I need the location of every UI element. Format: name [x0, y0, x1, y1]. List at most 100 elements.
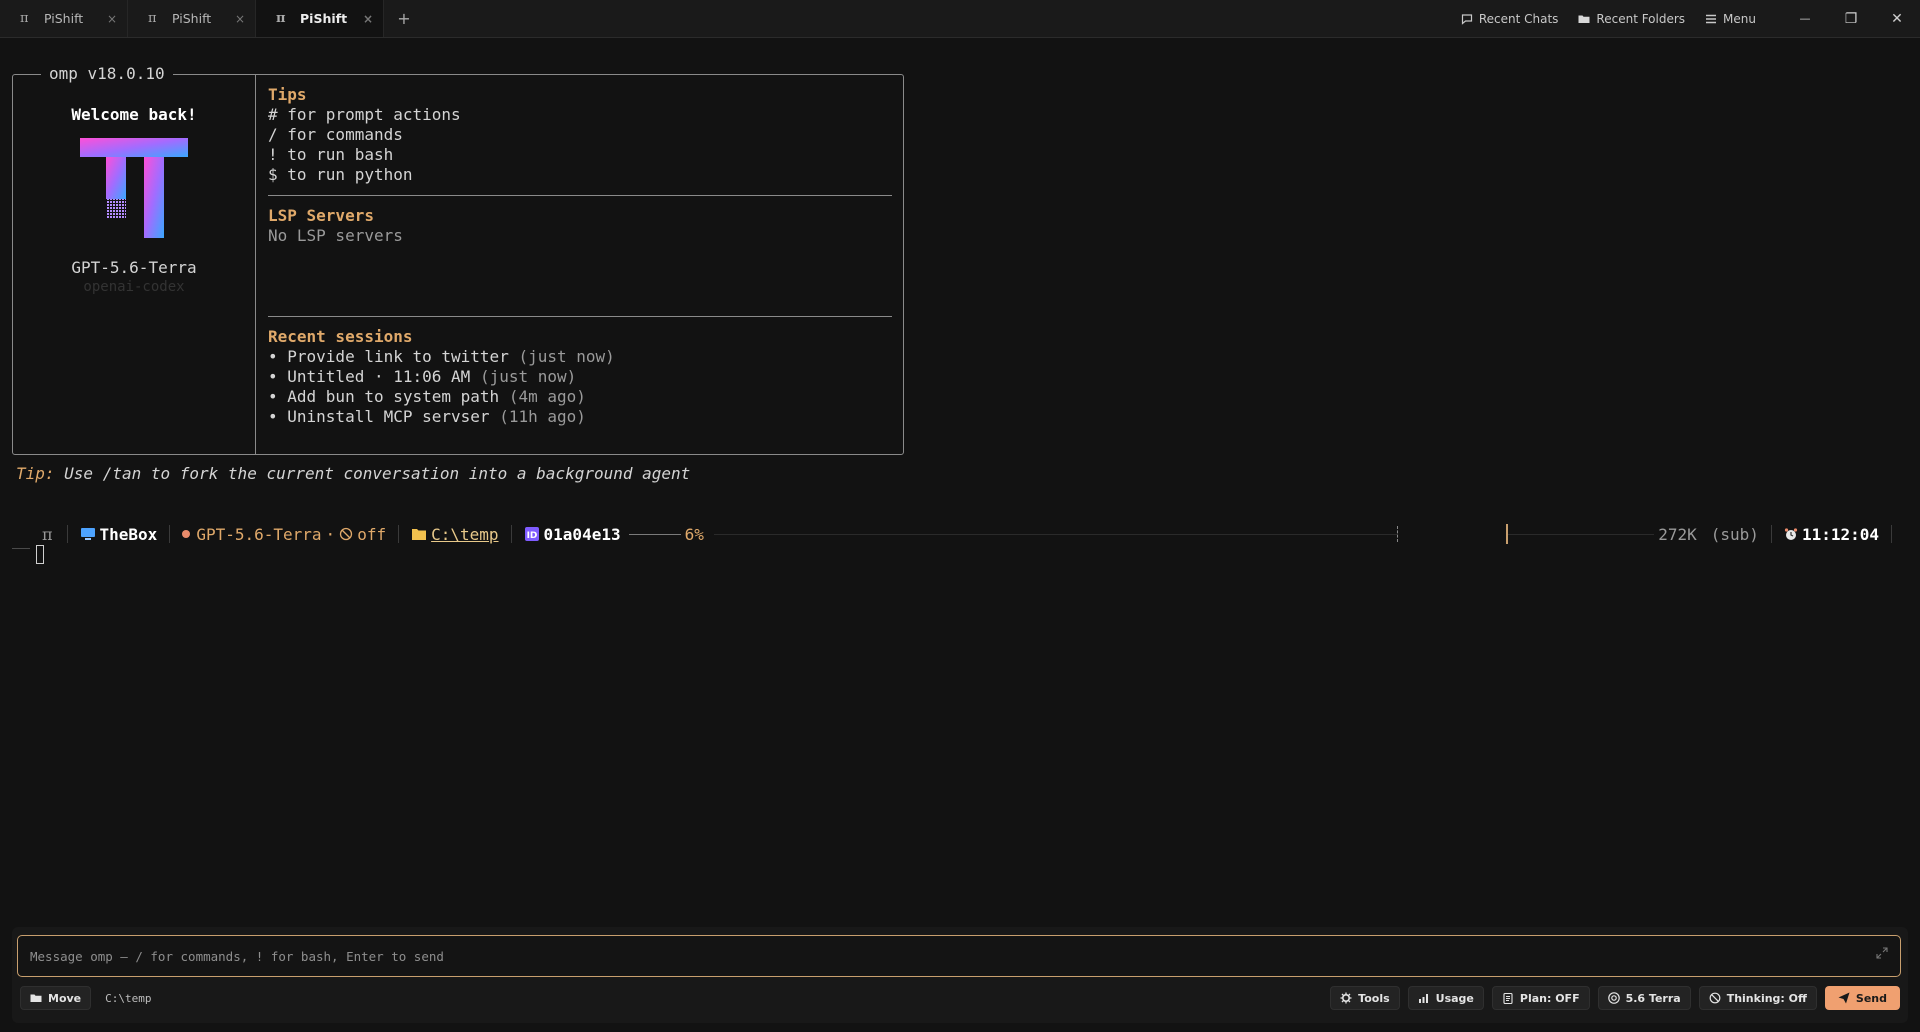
plan-toggle-button[interactable]: Plan: OFF	[1491, 986, 1590, 1010]
tick-mark	[1397, 526, 1399, 542]
model-segment: GPT-5.6-Terra · off	[182, 525, 386, 544]
clock-segment: 11:12:04	[1784, 525, 1879, 544]
session-item[interactable]: • Add bun to system path (4m ago)	[268, 387, 892, 407]
tab-close-button[interactable]: ×	[235, 12, 245, 26]
model-select-button[interactable]: 5.6 Terra	[1597, 986, 1691, 1010]
status-separator	[1891, 525, 1892, 543]
close-window-button[interactable]: ✕	[1874, 0, 1920, 37]
context-bar	[628, 533, 681, 535]
status-fill-line	[1508, 533, 1655, 535]
session-item[interactable]: • Uninstall MCP servser (11h ago)	[268, 407, 892, 427]
chat-bubble-icon	[1461, 13, 1472, 25]
session-name: • Provide link to twitter	[268, 347, 509, 366]
expand-icon[interactable]	[1876, 947, 1890, 961]
session-name: • Untitled · 11:06 AM	[268, 367, 471, 386]
no-thinking-icon	[340, 527, 353, 541]
restore-button[interactable]: ❐	[1828, 0, 1874, 37]
welcome-left-column: Welcome back! GPT-5.6-Terra openai-codex	[13, 75, 256, 454]
tab-close-button[interactable]: ×	[363, 12, 373, 26]
thinking-state: off	[357, 524, 387, 544]
recent-folders-label: Recent Folders	[1596, 11, 1686, 26]
pi-icon: π	[20, 11, 29, 26]
tip-text: Use /tan to fork the current conversatio…	[54, 464, 691, 483]
welcome-panel: omp v18.0.10 Welcome back! GPT-5.6-Terra…	[12, 65, 904, 455]
status-separator	[66, 525, 68, 543]
gear-icon	[1340, 992, 1352, 1004]
session-segment: ID 01a04e13	[524, 525, 621, 544]
status-model-name: GPT-5.6-Terra	[196, 524, 322, 544]
recent-chats-label: Recent Chats	[1478, 11, 1559, 26]
tab-close-button[interactable]: ×	[107, 12, 117, 26]
session-name: • Add bun to system path	[268, 387, 500, 406]
clock-time: 11:12:04	[1801, 524, 1879, 544]
welcome-right-column: Tips # for prompt actions / for commands…	[268, 85, 892, 427]
tip-line: Tip: Use /tan to fork the current conver…	[16, 464, 690, 483]
send-button[interactable]: Send	[1824, 986, 1900, 1010]
welcome-greeting: Welcome back!	[71, 105, 197, 124]
id-badge-icon: ID	[524, 527, 539, 541]
session-id: 01a04e13	[543, 524, 621, 544]
tip-item: / for commands	[268, 125, 403, 144]
tab-2[interactable]: π PiShift ×	[128, 0, 256, 37]
menu-button[interactable]: Menu	[1695, 0, 1766, 37]
clipboard-icon	[1503, 992, 1513, 1004]
folder-icon	[30, 994, 42, 1002]
plan-type: (sub)	[1710, 524, 1759, 544]
tab-label: PiShift	[172, 11, 212, 26]
token-count: 272K	[1658, 524, 1697, 544]
tools-label: Tools	[1358, 991, 1390, 1005]
tip-item: # for prompt actions	[268, 105, 461, 124]
menu-label: Menu	[1723, 11, 1756, 26]
computer-icon	[80, 528, 95, 540]
no-thinking-icon	[1709, 992, 1721, 1004]
paper-plane-icon	[1838, 992, 1850, 1004]
new-tab-button[interactable]: +	[384, 0, 424, 37]
divider	[268, 195, 892, 196]
pi-logo-icon	[80, 138, 188, 238]
pi-icon: π	[276, 11, 286, 26]
session-item[interactable]: • Provide link to twitter (just now)	[268, 347, 892, 367]
usage-button[interactable]: Usage	[1407, 986, 1484, 1010]
title-bar-drag-area	[424, 0, 1451, 37]
session-item[interactable]: • Untitled · 11:06 AM (just now)	[268, 367, 892, 387]
alarm-clock-icon	[1784, 528, 1798, 540]
model-status-dot-icon	[182, 530, 191, 538]
welcome-provider-name: openai-codex	[83, 279, 185, 295]
status-separator	[1770, 525, 1772, 543]
status-separator	[398, 525, 400, 543]
thinking-toggle-button[interactable]: Thinking: Off	[1698, 986, 1817, 1010]
current-path: C:\temp	[105, 991, 152, 1005]
tip-label: Tip:	[16, 464, 55, 483]
lsp-title: LSP Servers	[268, 206, 374, 225]
terminal-cursor[interactable]	[36, 545, 44, 564]
bar-chart-icon	[1418, 994, 1428, 1003]
tools-button[interactable]: Tools	[1330, 986, 1400, 1010]
folder-icon	[1578, 15, 1590, 23]
pi-icon: π	[42, 524, 53, 544]
lsp-status: No LSP servers	[268, 226, 403, 245]
host-segment: TheBox	[80, 524, 158, 544]
send-label: Send	[1855, 991, 1887, 1005]
path-segment[interactable]: C:\temp	[411, 525, 499, 544]
model-label: 5.6 Terra	[1625, 991, 1681, 1005]
minimize-button[interactable]: —	[1782, 0, 1828, 37]
thinking-label: Thinking: Off	[1726, 991, 1807, 1005]
move-button[interactable]: Move	[20, 986, 92, 1010]
tip-item: $ to run python	[268, 165, 413, 184]
composer-toolbar: Move C:\temp Tools Usage Plan: OFF 5.6 T…	[20, 985, 1900, 1011]
recent-folders-button[interactable]: Recent Folders	[1568, 0, 1695, 37]
tip-item: ! to run bash	[268, 145, 394, 164]
status-dot-separator: ·	[325, 524, 336, 544]
tips-title: Tips	[268, 85, 307, 104]
folder-icon	[412, 529, 427, 540]
tab-label: PiShift	[300, 11, 348, 26]
session-name: • Uninstall MCP servser	[268, 407, 490, 426]
session-age: (11h ago)	[499, 407, 586, 426]
message-input[interactable]	[17, 935, 1901, 977]
recent-chats-button[interactable]: Recent Chats	[1451, 0, 1569, 37]
working-directory[interactable]: C:\temp	[431, 525, 498, 544]
tab-3-active[interactable]: π PiShift ×	[256, 0, 384, 37]
tab-1[interactable]: π PiShift ×	[0, 0, 128, 37]
host-name: TheBox	[99, 524, 158, 544]
usage-label: Usage	[1435, 991, 1474, 1005]
